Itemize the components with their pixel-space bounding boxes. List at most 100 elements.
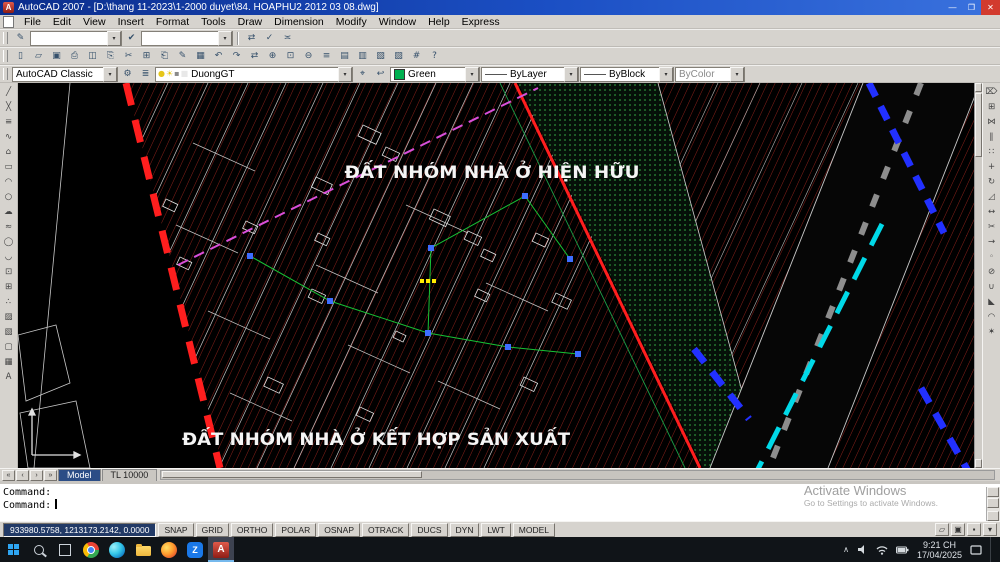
rectangle-icon[interactable]: ▭	[1, 160, 17, 175]
status-toggle[interactable]: OSNAP	[318, 523, 360, 537]
autocad-taskbar-button[interactable]	[208, 537, 234, 562]
polyline-icon[interactable]: ∿	[1, 130, 17, 145]
chamfer-icon[interactable]: ◣	[984, 295, 1000, 310]
block-editor-icon[interactable]: ▦	[192, 48, 209, 64]
menu-item[interactable]: View	[77, 16, 112, 28]
table-icon[interactable]: ▦	[1, 355, 17, 370]
break-icon[interactable]: ⊘	[984, 265, 1000, 280]
scroll-up-icon[interactable]	[987, 487, 999, 497]
plot-icon[interactable]: ⎙	[66, 48, 83, 64]
layer-translate-icon[interactable]: ⇄	[243, 30, 260, 46]
combo-arrow-icon[interactable]	[338, 67, 352, 82]
make-block-icon[interactable]: ⊞	[1, 280, 17, 295]
toolbar-combo-2[interactable]	[141, 31, 233, 46]
combo-arrow-icon[interactable]	[103, 67, 117, 82]
mirror-icon[interactable]: ⋈	[984, 115, 1000, 130]
qnew-icon[interactable]: ▯	[12, 48, 29, 64]
mtext-icon[interactable]: A	[1, 370, 17, 385]
stretch-icon[interactable]: ↔	[984, 205, 1000, 220]
toolbar-grip[interactable]	[3, 32, 8, 44]
tab-model[interactable]: Model	[58, 469, 101, 482]
tool-palettes-icon[interactable]: ▥	[354, 48, 371, 64]
spline-icon[interactable]: ≈	[1, 220, 17, 235]
designcenter-icon[interactable]: ▤	[336, 48, 353, 64]
open-icon[interactable]: ▱	[30, 48, 47, 64]
ellipse-icon[interactable]: ◯	[1, 235, 17, 250]
join-icon[interactable]: ∪	[984, 280, 1000, 295]
status-menu-icon[interactable]: ▾	[983, 523, 997, 536]
line-icon[interactable]: ╱	[1, 85, 17, 100]
menu-item[interactable]: Tools	[195, 16, 232, 28]
layer-lock-icon[interactable]: ▪	[174, 70, 179, 78]
toolbar-lock-icon[interactable]: ▪	[967, 523, 981, 536]
menu-item[interactable]: Format	[150, 16, 195, 28]
redo-icon[interactable]: ↷	[228, 48, 245, 64]
menu-item[interactable]: Insert	[112, 16, 150, 28]
pan-icon[interactable]: ⇄	[246, 48, 263, 64]
workspace-settings-icon[interactable]: ⚙	[119, 66, 136, 82]
firefox-taskbar-button[interactable]	[156, 537, 182, 562]
layer-previous-icon[interactable]: ↩	[372, 66, 389, 82]
action-center-icon[interactable]	[970, 544, 982, 556]
scroll-up-icon[interactable]	[975, 83, 982, 92]
explode-icon[interactable]: ✶	[984, 325, 1000, 340]
status-toggle[interactable]: GRID	[196, 523, 229, 537]
zoom-realtime-icon[interactable]: ⊕	[264, 48, 281, 64]
tab-last-icon[interactable]: »	[44, 470, 57, 481]
status-toggle[interactable]: OTRACK	[362, 523, 409, 537]
toolbar-grip[interactable]	[3, 50, 8, 62]
dist-icon[interactable]: ≍	[279, 30, 296, 46]
break-point-icon[interactable]: ◦	[984, 250, 1000, 265]
check-standards-icon[interactable]: ✓	[261, 30, 278, 46]
markup-icon[interactable]: ▨	[390, 48, 407, 64]
properties-icon[interactable]: ≡	[318, 48, 335, 64]
region-icon[interactable]: ▢	[1, 340, 17, 355]
scale-icon[interactable]: ◿	[984, 190, 1000, 205]
tab-prev-icon[interactable]: ‹	[16, 470, 29, 481]
sketch-icon[interactable]: ✎	[12, 30, 29, 46]
menu-item[interactable]: Help	[422, 16, 456, 28]
coordinates-display[interactable]: 933980.5758, 1213173.2142, 0.0000	[3, 523, 156, 537]
hatch-icon[interactable]: ▨	[1, 310, 17, 325]
maximize-button[interactable]: ❐	[962, 0, 981, 15]
multiline-icon[interactable]: ≡	[1, 115, 17, 130]
offset-icon[interactable]: ∥	[984, 130, 1000, 145]
lineweight-combo[interactable]: ByBlock	[580, 67, 674, 82]
make-current-icon[interactable]: ⌖	[354, 66, 371, 82]
linetype-combo[interactable]: ByLayer	[481, 67, 579, 82]
revcloud-icon[interactable]: ☁	[1, 205, 17, 220]
publish-icon[interactable]: ⎘	[102, 48, 119, 64]
point-icon[interactable]: ∴	[1, 295, 17, 310]
scroll-down-icon[interactable]	[987, 511, 999, 521]
status-toggle[interactable]: SNAP	[158, 523, 193, 537]
fillet-icon[interactable]: ◠	[984, 310, 1000, 325]
sheet-set-manager-icon[interactable]: ▧	[372, 48, 389, 64]
construction-line-icon[interactable]: ╳	[1, 100, 17, 115]
status-toggle[interactable]: POLAR	[275, 523, 316, 537]
extend-icon[interactable]: →	[984, 235, 1000, 250]
file-explorer-taskbar-button[interactable]	[130, 537, 156, 562]
menu-item[interactable]: Modify	[330, 16, 373, 28]
layer-on-icon[interactable]: ●	[158, 70, 165, 78]
battery-icon[interactable]	[896, 546, 909, 554]
task-view-button[interactable]	[52, 537, 78, 562]
combo-arrow-icon[interactable]	[465, 67, 479, 82]
status-toggle[interactable]: ORTHO	[231, 523, 274, 537]
plot-preview-icon[interactable]: ◫	[84, 48, 101, 64]
ellipse-arc-icon[interactable]: ◡	[1, 250, 17, 265]
command-text[interactable]: Command: Command:	[3, 486, 984, 519]
status-toggle[interactable]: DUCS	[411, 523, 447, 537]
erase-icon[interactable]: ⌦	[984, 85, 1000, 100]
help-icon[interactable]: ?	[426, 48, 443, 64]
circle-icon[interactable]: ○	[1, 190, 17, 205]
calculator-icon[interactable]: #	[408, 48, 425, 64]
zoom-previous-icon[interactable]: ⊖	[300, 48, 317, 64]
combo-arrow-icon[interactable]	[107, 31, 121, 46]
close-button[interactable]: ✕	[981, 0, 1000, 15]
scroll-thumb[interactable]	[162, 471, 422, 478]
combo-arrow-icon[interactable]	[659, 67, 673, 82]
tab-next-icon[interactable]: ›	[30, 470, 43, 481]
tab-layout[interactable]: TL 10000	[102, 469, 158, 482]
scroll-thumb[interactable]	[975, 93, 982, 157]
drawing-file-icon[interactable]	[3, 16, 14, 28]
